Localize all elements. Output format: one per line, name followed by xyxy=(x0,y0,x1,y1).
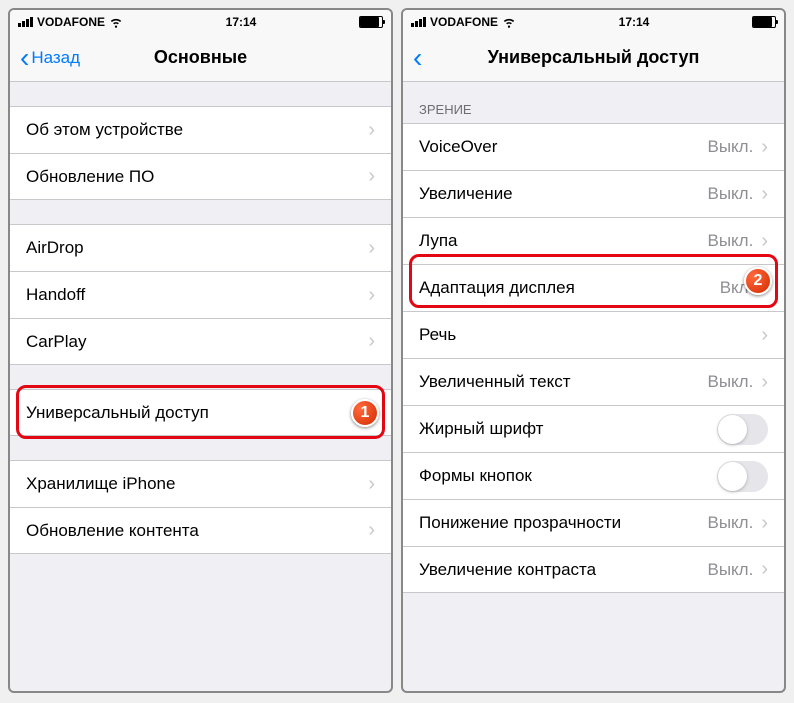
carrier-label: VODAFONE xyxy=(430,15,498,29)
chevron-right-icon: › xyxy=(368,330,375,353)
battery-icon xyxy=(359,16,383,28)
content: Зрение VoiceOver Выкл. › Увеличение Выкл… xyxy=(403,82,784,691)
chevron-right-icon: › xyxy=(368,284,375,307)
page-title: Универсальный доступ xyxy=(403,47,784,68)
chevron-left-icon: ‹ xyxy=(20,44,29,72)
back-button[interactable]: ‹ Назад xyxy=(14,44,80,72)
back-label: Назад xyxy=(31,48,80,68)
signal-icon xyxy=(411,17,426,27)
wifi-icon xyxy=(109,15,123,29)
wifi-icon xyxy=(502,15,516,29)
phone-left: VODAFONE 17:14 ‹ Назад Основные Об этом … xyxy=(8,8,393,693)
battery-icon xyxy=(752,16,776,28)
row-airdrop[interactable]: AirDrop › xyxy=(10,224,391,271)
group-about: Об этом устройстве › Обновление ПО › xyxy=(10,106,391,200)
chevron-right-icon: › xyxy=(761,512,768,535)
row-software-update[interactable]: Обновление ПО › xyxy=(10,153,391,200)
row-reduce-transparency[interactable]: Понижение прозрачности Выкл. › xyxy=(403,499,784,546)
chevron-right-icon: › xyxy=(368,119,375,142)
navbar: ‹ Универсальный доступ xyxy=(403,34,784,82)
chevron-left-icon: ‹ xyxy=(413,44,422,72)
row-magnifier[interactable]: Лупа Выкл. › xyxy=(403,217,784,264)
section-header-vision: Зрение xyxy=(403,96,784,123)
row-increase-contrast[interactable]: Увеличение контраста Выкл. › xyxy=(403,546,784,593)
row-background-refresh[interactable]: Обновление контента › xyxy=(10,507,391,554)
clock: 17:14 xyxy=(516,15,752,29)
group-accessibility: 1 Универсальный доступ › xyxy=(10,389,391,436)
row-accessibility[interactable]: Универсальный доступ › xyxy=(10,389,391,436)
chevron-right-icon: › xyxy=(761,371,768,394)
row-iphone-storage[interactable]: Хранилище iPhone › xyxy=(10,460,391,507)
statusbar: VODAFONE 17:14 xyxy=(403,10,784,34)
back-button[interactable]: ‹ xyxy=(407,44,422,72)
statusbar: VODAFONE 17:14 xyxy=(10,10,391,34)
chevron-right-icon: › xyxy=(761,183,768,206)
badge-2: 2 xyxy=(744,267,772,295)
switch-bold-text[interactable] xyxy=(717,414,768,445)
signal-icon xyxy=(18,17,33,27)
group-vision: Зрение VoiceOver Выкл. › Увеличение Выкл… xyxy=(403,96,784,593)
badge-1: 1 xyxy=(351,399,379,427)
chevron-right-icon: › xyxy=(761,136,768,159)
switch-button-shapes[interactable] xyxy=(717,461,768,492)
chevron-right-icon: › xyxy=(368,165,375,188)
chevron-right-icon: › xyxy=(368,473,375,496)
chevron-right-icon: › xyxy=(368,519,375,542)
row-larger-text[interactable]: Увеличенный текст Выкл. › xyxy=(403,358,784,405)
phone-right: VODAFONE 17:14 ‹ Универсальный доступ Зр… xyxy=(401,8,786,693)
row-speech[interactable]: Речь › xyxy=(403,311,784,358)
row-carplay[interactable]: CarPlay › xyxy=(10,318,391,365)
content: Об этом устройстве › Обновление ПО › Air… xyxy=(10,82,391,691)
group-storage: Хранилище iPhone › Обновление контента › xyxy=(10,460,391,554)
clock: 17:14 xyxy=(123,15,359,29)
chevron-right-icon: › xyxy=(761,324,768,347)
chevron-right-icon: › xyxy=(368,237,375,260)
chevron-right-icon: › xyxy=(761,230,768,253)
navbar: ‹ Назад Основные xyxy=(10,34,391,82)
row-bold-text[interactable]: Жирный шрифт xyxy=(403,405,784,452)
group-connectivity: AirDrop › Handoff › CarPlay › xyxy=(10,224,391,365)
row-handoff[interactable]: Handoff › xyxy=(10,271,391,318)
row-zoom[interactable]: Увеличение Выкл. › xyxy=(403,170,784,217)
row-voiceover[interactable]: VoiceOver Выкл. › xyxy=(403,123,784,170)
chevron-right-icon: › xyxy=(761,558,768,581)
carrier-label: VODAFONE xyxy=(37,15,105,29)
row-display-accommodations[interactable]: Адаптация дисплея Вкл. › xyxy=(403,264,784,311)
row-about-device[interactable]: Об этом устройстве › xyxy=(10,106,391,153)
row-button-shapes[interactable]: Формы кнопок xyxy=(403,452,784,499)
